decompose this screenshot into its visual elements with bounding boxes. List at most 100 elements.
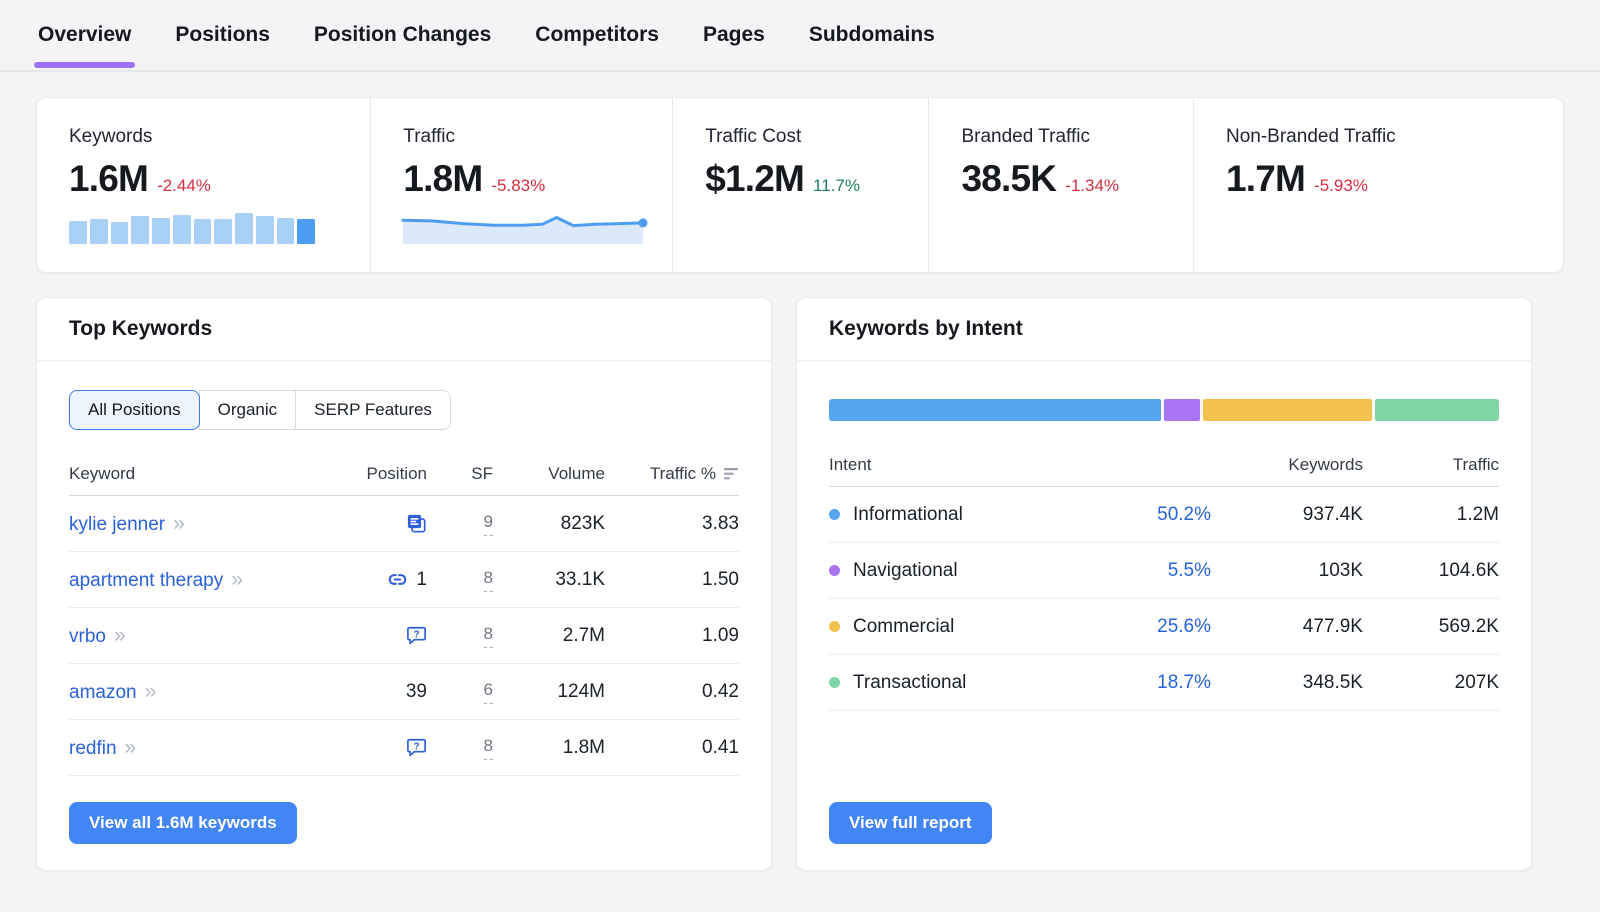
serp-features-count[interactable]: 6 <box>484 680 493 704</box>
tab-label: Pages <box>703 23 765 47</box>
col-traffic-pct: Traffic % <box>605 464 739 484</box>
position-value: 39 <box>406 681 427 703</box>
keyword-link[interactable]: apartment therapy <box>69 570 223 591</box>
commercial-dot-icon <box>829 621 840 632</box>
instant-answer-icon: ? <box>406 625 427 646</box>
col-traffic: Traffic <box>1363 455 1499 475</box>
table-row: kylie jenner» 9 823K 3. <box>69 496 739 552</box>
tab-label: Position Changes <box>314 23 491 47</box>
intent-share-link[interactable]: 5.5% <box>1168 560 1211 581</box>
keyword-link[interactable]: kylie jenner <box>69 514 165 535</box>
tab-competitors[interactable]: Competitors <box>535 0 659 70</box>
traffic-pct-value: 3.83 <box>605 513 739 535</box>
intent-keywords-value: 937.4K <box>1211 504 1363 526</box>
tab-position-changes[interactable]: Position Changes <box>314 0 491 70</box>
stat-value: 1.7M <box>1226 158 1305 200</box>
intent-keywords-value: 477.9K <box>1211 616 1363 638</box>
stat-label: Traffic <box>403 126 648 148</box>
traffic-pct-value: 1.09 <box>605 625 739 647</box>
intent-share-link[interactable]: 50.2% <box>1157 504 1211 525</box>
stat-traffic: Traffic 1.8M -5.83% <box>370 98 672 272</box>
filter-serp-features[interactable]: SERP Features <box>295 390 451 430</box>
stat-label: Branded Traffic <box>961 126 1169 148</box>
intent-keywords-value: 348.5K <box>1211 672 1363 694</box>
svg-text:?: ? <box>413 629 419 640</box>
domain-overview-page: Overview Positions Position Changes Comp… <box>0 0 1600 871</box>
volume-value: 2.7M <box>493 625 605 647</box>
sort-descending-icon[interactable] <box>724 468 739 480</box>
intent-name: Commercial <box>853 616 954 638</box>
active-tab-indicator <box>34 62 135 68</box>
filter-all-positions[interactable]: All Positions <box>69 390 200 430</box>
tab-pages[interactable]: Pages <box>703 0 765 70</box>
top-keywords-card: Top Keywords All Positions Organic SERP … <box>36 297 772 871</box>
keywords-by-intent-card: Keywords by Intent Intent Keywords Traff… <box>796 297 1532 871</box>
stat-delta: -1.34% <box>1065 176 1119 196</box>
position-value: 1 <box>416 569 427 591</box>
positions-filter: All Positions Organic SERP Features <box>69 390 451 430</box>
serp-features-count[interactable]: 9 <box>484 512 493 536</box>
keyword-link[interactable]: amazon <box>69 682 137 703</box>
intent-traffic-value: 569.2K <box>1363 616 1499 638</box>
stat-value: $1.2M <box>705 158 804 200</box>
expand-chevrons-icon[interactable]: » <box>114 624 124 647</box>
tab-overview[interactable]: Overview <box>38 0 131 70</box>
keyword-link[interactable]: vrbo <box>69 626 106 647</box>
col-keywords: Keywords <box>1211 455 1363 475</box>
view-all-keywords-button[interactable]: View all 1.6M keywords <box>69 802 297 844</box>
intent-table-header: Intent Keywords Traffic <box>829 443 1499 487</box>
tab-subdomains[interactable]: Subdomains <box>809 0 935 70</box>
stat-label: Non-Branded Traffic <box>1226 126 1539 148</box>
main-content: Keywords 1.6M -2.44% Traffic 1.8M -5.83%… <box>0 72 1600 871</box>
navigational-dot-icon <box>829 565 840 576</box>
expand-chevrons-icon[interactable]: » <box>231 568 241 591</box>
stat-keywords: Keywords 1.6M -2.44% <box>37 98 370 272</box>
summary-metrics-card: Keywords 1.6M -2.44% Traffic 1.8M -5.83%… <box>36 97 1564 273</box>
traffic-pct-value: 0.42 <box>605 681 739 703</box>
table-row: Informational 50.2% 937.4K 1.2M <box>829 487 1499 543</box>
table-row: amazon» 39 6 124M 0.42 <box>69 664 739 720</box>
intent-name: Informational <box>853 504 963 526</box>
expand-chevrons-icon[interactable]: » <box>125 736 135 759</box>
stat-delta: -2.44% <box>157 176 211 196</box>
keywords-table-header: Keyword Position SF Volume Traffic % <box>69 452 739 496</box>
transactional-dot-icon <box>829 677 840 688</box>
serp-features-count[interactable]: 8 <box>484 568 493 592</box>
keywords-trend-bar-chart <box>69 211 315 244</box>
stat-value: 1.6M <box>69 158 148 200</box>
tab-positions[interactable]: Positions <box>175 0 270 70</box>
instant-answer-icon: ? <box>406 737 427 758</box>
card-title: Top Keywords <box>37 298 771 361</box>
table-row: Transactional 18.7% 348.5K 207K <box>829 655 1499 711</box>
col-position: Position <box>335 464 427 484</box>
filter-organic[interactable]: Organic <box>199 390 297 430</box>
intent-share-link[interactable]: 25.6% <box>1157 616 1211 637</box>
serp-features-count[interactable]: 8 <box>484 736 493 760</box>
table-row: apartment therapy » 1 8 33.1K 1.50 <box>69 552 739 608</box>
svg-text:?: ? <box>413 741 419 752</box>
traffic-pct-value: 1.50 <box>605 569 739 591</box>
intent-traffic-value: 207K <box>1363 672 1499 694</box>
stat-non-branded-traffic: Non-Branded Traffic 1.7M -5.93% <box>1193 98 1563 272</box>
stat-label: Keywords <box>69 126 346 148</box>
tab-label: Competitors <box>535 23 659 47</box>
intent-share-link[interactable]: 18.7% <box>1157 672 1211 693</box>
table-row: Commercial 25.6% 477.9K 569.2K <box>829 599 1499 655</box>
stat-value: 1.8M <box>403 158 482 200</box>
intent-traffic-value: 104.6K <box>1363 560 1499 582</box>
report-tabs: Overview Positions Position Changes Comp… <box>0 0 1600 72</box>
serp-features-count[interactable]: 8 <box>484 624 493 648</box>
view-full-report-button[interactable]: View full report <box>829 802 992 844</box>
stat-branded-traffic: Branded Traffic 38.5K -1.34% <box>928 98 1193 272</box>
keyword-link[interactable]: redfin <box>69 738 117 759</box>
table-row: Navigational 5.5% 103K 104.6K <box>829 543 1499 599</box>
top-stories-icon <box>406 513 427 534</box>
stat-delta: -5.83% <box>491 176 545 196</box>
tab-label: Positions <box>175 23 270 47</box>
stat-traffic-cost: Traffic Cost $1.2M 11.7% <box>672 98 928 272</box>
col-keyword: Keyword <box>69 464 335 484</box>
expand-chevrons-icon[interactable]: » <box>173 512 183 535</box>
col-sf: SF <box>427 464 493 484</box>
expand-chevrons-icon[interactable]: » <box>145 680 155 703</box>
volume-value: 33.1K <box>493 569 605 591</box>
